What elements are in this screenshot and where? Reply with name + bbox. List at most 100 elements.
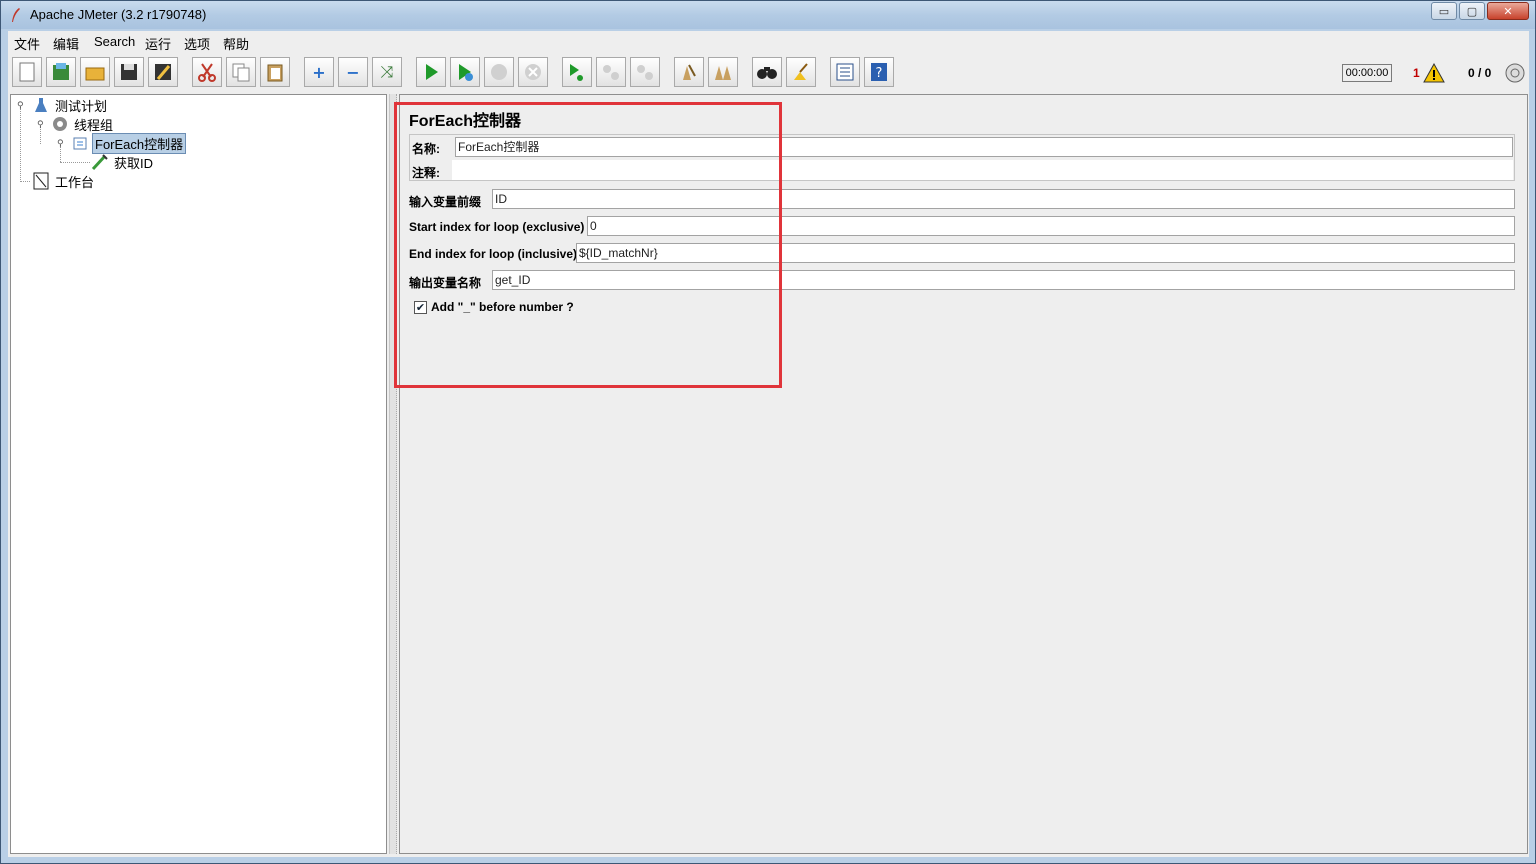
name-comment-group: 名称: ForEach控制器 注释: bbox=[409, 134, 1515, 181]
clear-all-icon bbox=[715, 66, 731, 80]
warning-icon[interactable] bbox=[1423, 63, 1445, 83]
menu-search[interactable]: Search bbox=[94, 34, 135, 49]
foreach-controller-icon bbox=[71, 134, 89, 152]
help-button[interactable]: ? bbox=[864, 57, 894, 87]
shutdown-button[interactable] bbox=[518, 57, 548, 87]
start-button[interactable] bbox=[416, 57, 446, 87]
checkmark-icon: ✔ bbox=[415, 301, 426, 314]
tree-node-foreach-controller[interactable]: ForEach控制器 bbox=[71, 132, 187, 154]
panel-title: ForEach控制器 bbox=[409, 113, 522, 130]
start-icon bbox=[426, 64, 438, 80]
toolbar: + − ⤨ ? 00:00:00 1 0 / 0 bbox=[8, 53, 1529, 93]
clear-icon bbox=[683, 64, 696, 80]
comment-label: 注释: bbox=[412, 166, 440, 180]
templates-button[interactable] bbox=[46, 57, 76, 87]
function-helper-button[interactable] bbox=[830, 57, 860, 87]
menu-file[interactable]: 文件 bbox=[14, 34, 40, 53]
maximize-button[interactable]: ▢ bbox=[1459, 2, 1485, 20]
tree-node-label: 获取ID bbox=[114, 155, 154, 171]
input-prefix-field[interactable]: ID bbox=[492, 189, 1515, 209]
pane-splitter[interactable] bbox=[389, 94, 397, 854]
test-tree[interactable]: ⚲ 测试计划 ⚲ 线程组 ⚲ ForEach控制器 获取ID 工作台 bbox=[10, 94, 387, 854]
start-index-label: Start index for loop (exclusive) bbox=[409, 220, 585, 234]
new-icon bbox=[19, 62, 35, 82]
remote-start-button[interactable] bbox=[562, 57, 592, 87]
save-as-button[interactable] bbox=[148, 57, 178, 87]
minimize-button[interactable]: ▭ bbox=[1431, 2, 1457, 20]
tree-node-label: ForEach控制器 bbox=[92, 132, 187, 154]
expand-button[interactable]: + bbox=[304, 57, 334, 87]
save-button[interactable] bbox=[114, 57, 144, 87]
remote-stop-button[interactable] bbox=[596, 57, 626, 87]
tree-node-workbench[interactable]: 工作台 bbox=[32, 172, 96, 190]
tree-node-test-plan[interactable]: 测试计划 bbox=[32, 96, 109, 114]
window-title: Apache JMeter (3.2 r1790748) bbox=[30, 7, 207, 22]
shutdown-icon bbox=[525, 64, 541, 80]
save-icon bbox=[121, 64, 137, 80]
menu-edit[interactable]: 编辑 bbox=[53, 34, 79, 53]
start-no-pauses-button[interactable] bbox=[450, 57, 480, 87]
clear-all-button[interactable] bbox=[708, 57, 738, 87]
toggle-icon: ⤨ bbox=[380, 62, 394, 81]
menu-bar: 文件 编辑 Search 运行 选项 帮助 bbox=[8, 31, 1529, 53]
name-label: 名称: bbox=[412, 142, 440, 156]
remote-shutdown-button[interactable] bbox=[630, 57, 660, 87]
active-threads: 0 / 0 bbox=[1468, 66, 1492, 80]
help-icon: ? bbox=[871, 63, 887, 81]
output-var-field[interactable]: get_ID bbox=[492, 270, 1515, 290]
stop-button[interactable] bbox=[484, 57, 514, 87]
paste-icon bbox=[267, 64, 283, 82]
expand-icon: + bbox=[312, 62, 326, 82]
collapse-button[interactable]: − bbox=[338, 57, 368, 87]
minimize-icon: ▭ bbox=[1438, 4, 1450, 18]
paste-button[interactable] bbox=[260, 57, 290, 87]
tree-node-thread-group[interactable]: 线程组 bbox=[51, 115, 115, 133]
controller-panel: ForEach控制器 名称: ForEach控制器 注释: 输入变量前缀 ID … bbox=[399, 94, 1528, 854]
start-index-field[interactable]: 0 bbox=[587, 216, 1515, 236]
start-no-pauses-icon bbox=[459, 64, 473, 81]
comment-field[interactable] bbox=[452, 160, 1513, 180]
remote-shutdown-icon bbox=[637, 65, 653, 80]
menu-run[interactable]: 运行 bbox=[145, 34, 171, 53]
extractor-icon bbox=[91, 153, 109, 171]
search-icon bbox=[757, 67, 777, 79]
cut-icon bbox=[198, 63, 216, 82]
tree-expand-handle[interactable]: ⚲ bbox=[17, 102, 24, 111]
tree-node-label: 测试计划 bbox=[55, 98, 108, 114]
copy-button[interactable] bbox=[226, 57, 256, 87]
end-index-label: End index for loop (inclusive) bbox=[409, 247, 578, 261]
open-icon bbox=[85, 67, 105, 81]
add-underscore-checkbox[interactable]: ✔ bbox=[414, 301, 427, 314]
app-window: Apache JMeter (3.2 r1790748) ▭ ▢ ✕ 文件 编辑… bbox=[0, 0, 1536, 864]
templates-icon bbox=[53, 63, 69, 80]
maximize-icon: ▢ bbox=[1466, 4, 1478, 18]
close-button[interactable]: ✕ bbox=[1487, 2, 1529, 20]
menu-options[interactable]: 选项 bbox=[184, 34, 210, 53]
title-bar[interactable]: Apache JMeter (3.2 r1790748) ▭ ▢ ✕ bbox=[1, 1, 1535, 29]
toggle-button[interactable]: ⤨ bbox=[372, 57, 402, 87]
clear-button[interactable] bbox=[674, 57, 704, 87]
tree-expand-handle[interactable]: ⚲ bbox=[57, 140, 64, 149]
name-field[interactable]: ForEach控制器 bbox=[455, 137, 1513, 157]
test-plan-icon bbox=[32, 96, 50, 114]
end-index-field[interactable]: ${ID_matchNr} bbox=[576, 243, 1515, 263]
tree-expand-handle[interactable]: ⚲ bbox=[37, 121, 44, 130]
function-helper-icon bbox=[836, 63, 854, 81]
tree-node-label: 线程组 bbox=[74, 117, 114, 133]
copy-icon bbox=[232, 63, 250, 82]
menu-help[interactable]: 帮助 bbox=[223, 34, 249, 53]
elapsed-timer: 00:00:00 bbox=[1342, 64, 1392, 82]
remote-status-icon bbox=[1505, 63, 1525, 83]
tree-node-extractor[interactable]: 获取ID bbox=[91, 153, 155, 171]
cut-button[interactable] bbox=[192, 57, 222, 87]
close-icon: ✕ bbox=[1503, 4, 1513, 18]
tree-node-label: 工作台 bbox=[55, 174, 95, 190]
search-button[interactable] bbox=[752, 57, 782, 87]
thread-group-icon bbox=[51, 115, 69, 133]
workbench-icon bbox=[32, 172, 50, 190]
reset-search-button[interactable] bbox=[786, 57, 816, 87]
new-button[interactable] bbox=[12, 57, 42, 87]
add-underscore-label[interactable]: Add "_" before number ? bbox=[431, 300, 574, 314]
save-as-icon bbox=[155, 64, 171, 80]
open-button[interactable] bbox=[80, 57, 110, 87]
